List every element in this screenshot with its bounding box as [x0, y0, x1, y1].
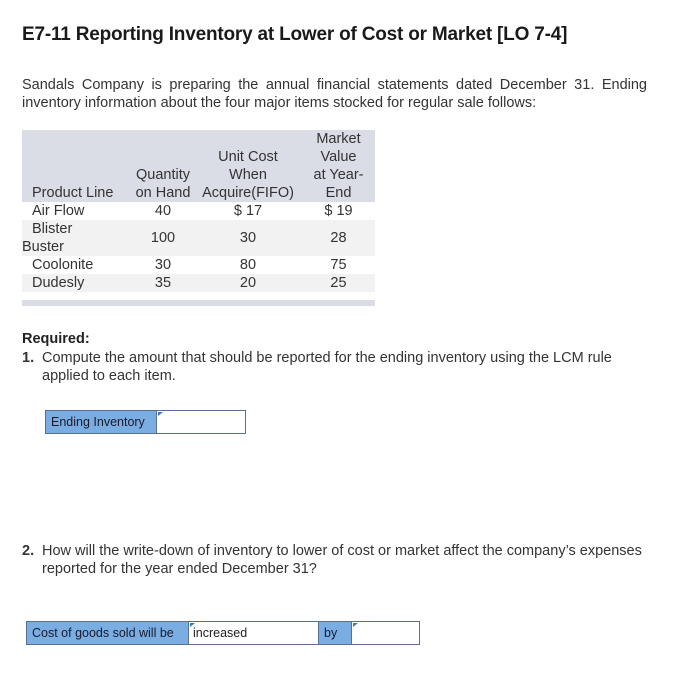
problem-intro: Sandals Company is preparing the annual … — [22, 77, 647, 111]
cell-product-line: Dudesly — [22, 274, 132, 292]
header-market-value: Market Value at Year- End — [302, 130, 375, 202]
cell-product-line: Air Flow — [32, 203, 85, 219]
question-2-text: How will the write-down of inventory to … — [42, 543, 642, 577]
answer-row-ending-inventory: Ending Inventory — [45, 410, 246, 434]
cogs-direction-select[interactable]: increased — [189, 622, 319, 644]
header-market-value-line2: Value — [320, 149, 357, 165]
cell-unit-cost: 20 — [194, 274, 302, 292]
header-market-value-line3: at Year- — [313, 167, 364, 183]
answer-row-cogs: Cost of goods sold will be increased by — [26, 621, 420, 645]
header-quantity: Quantity on Hand — [132, 130, 194, 202]
cell-product-line: Blister Buster — [22, 220, 132, 256]
cogs-amount-input[interactable] — [352, 622, 419, 644]
question-2: 2. How will the write-down of inventory … — [22, 542, 652, 578]
page-title: E7-11 Reporting Inventory at Lower of Co… — [22, 24, 568, 45]
cell-market-value: 25 — [302, 274, 375, 292]
cogs-label: Cost of goods sold will be — [27, 622, 189, 644]
header-unit-cost: Unit Cost When Acquire(FIFO) — [194, 130, 302, 202]
cell-unit-cost: 30 — [194, 220, 302, 256]
header-product-line: Product Line — [22, 130, 132, 202]
header-unit-cost-line1: Unit Cost — [218, 149, 278, 165]
header-product-line-text: Product Line — [32, 185, 114, 201]
input-marker-icon — [353, 623, 358, 627]
table-header-row: Product Line Quantity on Hand Unit Cost … — [22, 130, 375, 202]
cell-product-line: Coolonite — [32, 257, 94, 273]
cell-market-value: $ 19 — [324, 203, 353, 219]
header-market-value-line1: Market — [316, 131, 361, 147]
input-marker-icon — [190, 623, 195, 627]
header-unit-cost-line2: When — [229, 167, 267, 183]
cell-unit-cost: 80 — [239, 257, 257, 273]
spacer-cell — [22, 292, 375, 300]
ending-inventory-input[interactable] — [157, 411, 245, 433]
inventory-table: Product Line Quantity on Hand Unit Cost … — [22, 130, 375, 306]
question-1-number: 1. — [22, 350, 35, 366]
required-heading: Required: — [22, 331, 90, 347]
table-spacer — [22, 292, 375, 300]
table-row: Blister Buster 100 30 28 — [22, 220, 375, 256]
cell-market-value: 75 — [330, 257, 347, 273]
header-quantity-line2: on Hand — [135, 185, 191, 201]
question-1: 1. Compute the amount that should be rep… — [22, 349, 652, 385]
table-row: Dudesly 35 20 25 — [22, 274, 375, 292]
question-1-text: Compute the amount that should be report… — [42, 350, 612, 384]
footer-cell — [22, 300, 375, 306]
cell-market-value: 28 — [302, 220, 375, 256]
cell-unit-cost: $ 17 — [233, 203, 263, 219]
cell-quantity: 100 — [132, 220, 194, 256]
cell-quantity: 35 — [132, 274, 194, 292]
header-market-value-line4: End — [325, 185, 352, 201]
cell-quantity: 30 — [154, 257, 172, 273]
table-row: Air Flow 40 $ 17 $ 19 — [22, 202, 375, 220]
header-quantity-line1: Quantity — [136, 167, 190, 183]
cell-quantity: 40 — [154, 203, 172, 219]
table-row: Coolonite 30 80 75 — [22, 256, 375, 274]
ending-inventory-label: Ending Inventory — [46, 411, 157, 433]
cell-product-line-line1: Blister — [32, 221, 73, 237]
input-marker-icon — [158, 412, 163, 416]
cogs-direction-value: increased — [193, 626, 248, 640]
question-2-number: 2. — [22, 543, 35, 559]
by-label: by — [319, 622, 352, 644]
cell-product-line-line2: Buster — [22, 239, 64, 255]
header-unit-cost-line3: Acquire(FIFO) — [202, 185, 294, 201]
table-footer-bar — [22, 300, 375, 306]
